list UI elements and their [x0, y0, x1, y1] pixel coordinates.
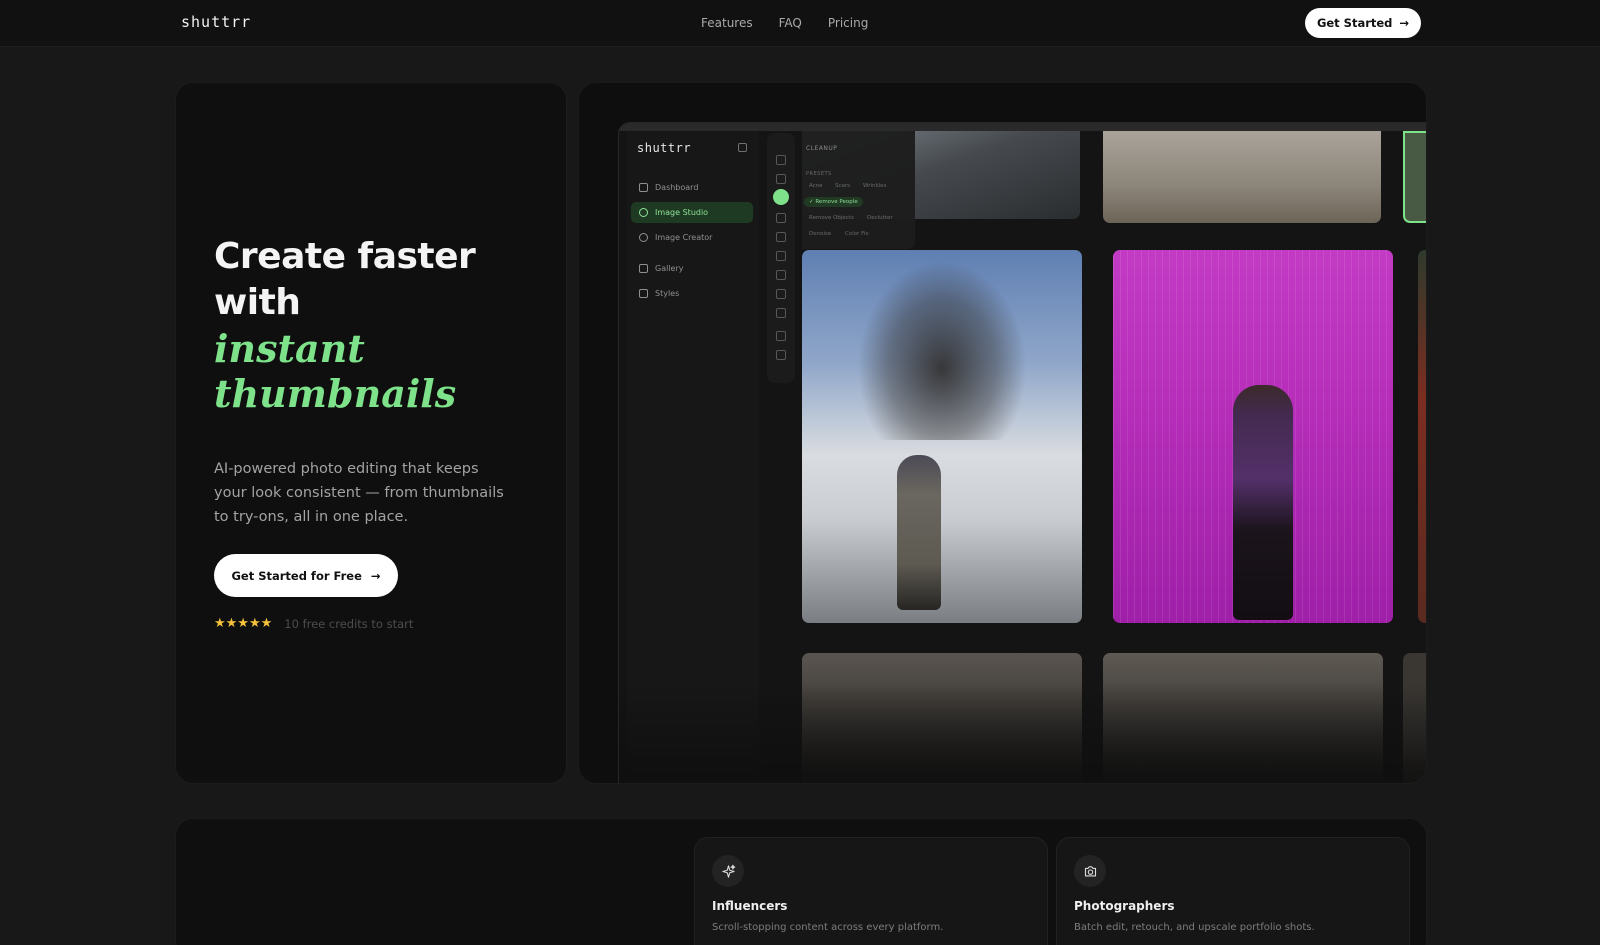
get-started-button[interactable]: Get Started →: [1305, 8, 1421, 38]
photo-person: [897, 455, 941, 610]
rotate-icon: [776, 289, 786, 299]
globe-icon: [776, 270, 786, 280]
hero-card: [175, 82, 567, 784]
expand-icon: [776, 308, 786, 318]
top-nav: shuttrr Features FAQ Pricing Get Started…: [0, 0, 1600, 47]
image-icon: [639, 264, 648, 273]
nav-links: Features FAQ Pricing: [701, 16, 868, 30]
preset-chip: Remove Objects: [809, 215, 854, 221]
photo-thumbnail: [1103, 131, 1381, 223]
preset-chip: Acne: [809, 183, 823, 189]
layers-icon: [639, 289, 648, 298]
grid-icon: [639, 183, 648, 192]
photo-person: [1233, 385, 1293, 620]
nav-features[interactable]: Features: [701, 16, 753, 30]
aperture-icon: [639, 208, 648, 217]
crop-icon: [776, 213, 786, 223]
arrow-right-icon: →: [370, 568, 381, 583]
grid-icon: [776, 350, 786, 360]
fade-overlay: [619, 683, 1426, 783]
feature-description: Batch edit, retouch, and upscale portfol…: [1074, 922, 1315, 933]
hero-subtitle: AI-powered photo editing that keeps your…: [214, 461, 504, 525]
app-nav-label: Image Creator: [655, 233, 713, 242]
app-nav-gallery: Gallery: [631, 258, 753, 279]
sparkle-icon: [712, 855, 744, 887]
preset-chip: Scars: [835, 183, 851, 189]
shirt-icon: [776, 232, 786, 242]
app-top-bar: [619, 123, 1426, 131]
adjust-icon: [776, 331, 786, 341]
nav-faq[interactable]: FAQ: [779, 16, 802, 30]
feature-title: Influencers: [712, 899, 788, 913]
eye-icon: [776, 251, 786, 261]
photo-pink-lights: [1113, 250, 1393, 623]
preset-chip-active: ✓ Remove People: [804, 197, 863, 207]
star-rating-icon: ★★★★★: [214, 616, 273, 631]
photo-thumbnail-selected: [1403, 131, 1426, 223]
hero-accent-title: instant thumbnails: [214, 326, 457, 416]
get-started-label: Get Started: [1316, 16, 1393, 30]
logo[interactable]: shuttrr: [181, 13, 251, 31]
rating: ★★★★★ 10 free credits to start: [214, 616, 413, 631]
app-nav-label: Dashboard: [655, 183, 699, 192]
app-nav-image-studio: Image Studio: [631, 202, 753, 223]
feature-card-photographers: Photographers Batch edit, retouch, and u…: [1056, 837, 1410, 945]
feature-title: Photographers: [1074, 899, 1175, 913]
preset-chip: Denoise: [809, 231, 832, 237]
photo-thumbnail: [1418, 250, 1426, 623]
app-logo: shuttrr: [637, 141, 692, 155]
app-nav-label: Image Studio: [655, 208, 709, 217]
presets-label: PRESETS: [806, 171, 832, 177]
free-credits-text: 10 free credits to start: [284, 616, 414, 631]
hero-title: Create faster with: [214, 236, 476, 323]
preset-chip: Declutter: [867, 215, 893, 221]
get-started-free-button[interactable]: Get Started for Free →: [214, 554, 398, 597]
photo-tree: [857, 260, 1027, 440]
get-started-free-label: Get Started for Free: [231, 568, 362, 583]
app-nav-image-creator: Image Creator: [631, 227, 753, 248]
arrow-right-icon: →: [1399, 16, 1410, 30]
app-window: shuttrr Dashboard Image Studio Image Cre…: [618, 122, 1426, 783]
app-nav-label: Styles: [655, 289, 680, 298]
panel-heading: CLEANUP: [806, 145, 838, 152]
feature-card-influencers: Influencers Scroll-stopping content acro…: [694, 837, 1048, 945]
preset-chip: Color Fix: [845, 231, 869, 237]
app-nav-styles: Styles: [631, 283, 753, 304]
app-preview-card: shuttrr Dashboard Image Studio Image Cre…: [578, 82, 1427, 784]
feature-description: Scroll-stopping content across every pla…: [712, 922, 944, 933]
app-nav: Dashboard Image Studio Image Creator Gal…: [631, 177, 753, 308]
wand-icon: [776, 155, 786, 165]
app-nav-label: Gallery: [655, 264, 684, 273]
camera-icon: [1074, 855, 1106, 887]
cleanup-tool-icon: [773, 189, 789, 205]
palette-icon: [639, 233, 648, 242]
scissors-icon: [776, 174, 786, 184]
app-toolbar: [767, 133, 795, 383]
sidebar-toggle-icon: [738, 143, 747, 152]
cleanup-panel: CLEANUP PRESETS Acne Scars Wrinkles ✓ Re…: [802, 131, 915, 249]
nav-pricing[interactable]: Pricing: [828, 16, 868, 30]
photo-snow-scene: [802, 250, 1082, 623]
preset-chip: Wrinkles: [863, 183, 887, 189]
app-nav-dashboard: Dashboard: [631, 177, 753, 198]
